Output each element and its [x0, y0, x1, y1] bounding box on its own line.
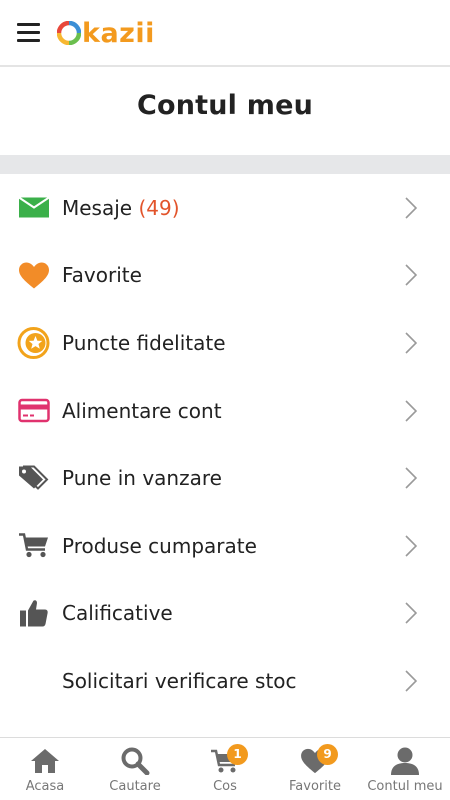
- bottom-nav: Acasa Cautare 1 Cos 9 Favorite Contul me…: [0, 737, 450, 800]
- menu-item-mesaje[interactable]: Mesaje (49): [0, 174, 450, 242]
- menu-item-favorite[interactable]: Favorite: [0, 242, 450, 310]
- chevron-right-icon: [405, 332, 417, 354]
- heart-icon: 9: [299, 744, 338, 776]
- cart-count-badge: 1: [227, 744, 248, 765]
- cart-icon: [17, 529, 50, 562]
- heart-icon: [17, 259, 50, 292]
- nav-item-cos[interactable]: 1 Cos: [180, 738, 270, 800]
- nav-item-favorite[interactable]: 9 Favorite: [270, 738, 360, 800]
- menu-item-pune-in-vanzare[interactable]: Pune in vanzare: [0, 444, 450, 512]
- thumbs-up-icon: [17, 597, 50, 630]
- chevron-right-icon: [405, 535, 417, 557]
- nav-label: Cos: [213, 779, 237, 794]
- menu-item-label: Solicitari verificare stoc: [62, 668, 297, 693]
- credit-card-icon: [17, 394, 50, 427]
- menu-item-label: Mesaje (49): [62, 195, 180, 220]
- top-bar: kazii: [0, 0, 450, 67]
- menu-item-label: Calificative: [62, 601, 173, 626]
- section-divider: [0, 155, 450, 174]
- search-icon: [119, 746, 151, 776]
- menu-item-produse-cumparate[interactable]: Produse cumparate: [0, 512, 450, 580]
- chevron-right-icon: [405, 467, 417, 489]
- nav-item-contul-meu[interactable]: Contul meu: [360, 738, 450, 800]
- chevron-right-icon: [405, 670, 417, 692]
- nav-label: Cautare: [109, 779, 161, 794]
- unread-count: (49): [138, 195, 180, 220]
- menu-item-label: Alimentare cont: [62, 398, 222, 423]
- chevron-right-icon: [405, 400, 417, 422]
- okazii-logo[interactable]: kazii: [57, 17, 155, 49]
- menu-item-solicitari-verificare-stoc[interactable]: Solicitari verificare stoc: [0, 647, 450, 715]
- menu-item-label: Puncte fidelitate: [62, 330, 226, 355]
- menu-item-calificative[interactable]: Calificative: [0, 580, 450, 648]
- hamburger-icon[interactable]: [17, 23, 40, 42]
- tags-icon: [17, 462, 50, 495]
- envelope-icon: [17, 191, 50, 224]
- nav-label: Acasa: [25, 779, 65, 794]
- home-icon: [29, 746, 61, 776]
- chevron-right-icon: [405, 264, 417, 286]
- nav-label: Contul meu: [367, 779, 443, 794]
- chevron-right-icon: [405, 197, 417, 219]
- page-title: Contul meu: [136, 90, 314, 121]
- menu-item-puncte-fidelitate[interactable]: Puncte fidelitate: [0, 309, 450, 377]
- chevron-right-icon: [405, 602, 417, 624]
- star-coin-icon: [17, 326, 50, 359]
- nav-item-cautare[interactable]: Cautare: [90, 738, 180, 800]
- cart-icon: 1: [209, 744, 248, 776]
- menu-item-label: Produse cumparate: [62, 533, 257, 558]
- nav-label: Favorite: [289, 779, 341, 794]
- menu-item-label: Favorite: [62, 263, 142, 288]
- user-icon: [389, 746, 421, 776]
- menu-item-label: Pune in vanzare: [62, 466, 222, 491]
- account-menu: Mesaje (49) Favorite Puncte fidelitate A…: [0, 174, 450, 715]
- logo-ring-icon: [57, 21, 81, 45]
- nav-item-acasa[interactable]: Acasa: [0, 738, 90, 800]
- logo-text: kazii: [82, 17, 155, 49]
- favorites-count-badge: 9: [317, 744, 338, 765]
- menu-item-alimentare-cont[interactable]: Alimentare cont: [0, 377, 450, 445]
